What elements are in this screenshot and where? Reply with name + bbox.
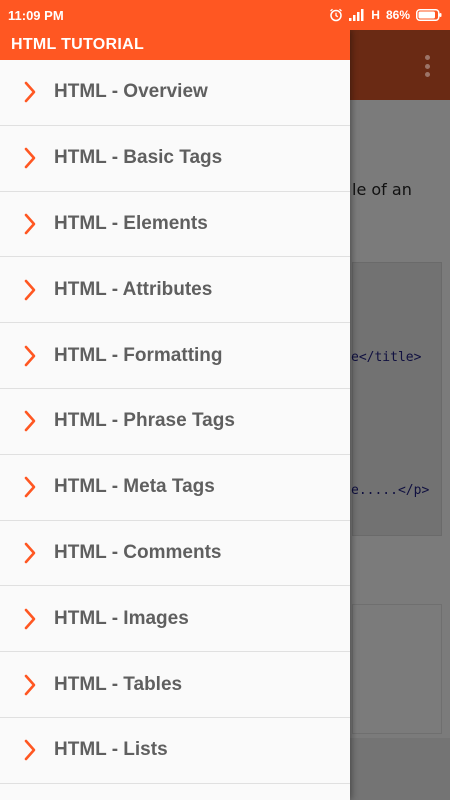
chevron-right-icon [20,608,40,630]
menu-item-label: HTML - Overview [54,81,208,103]
chevron-right-icon [20,213,40,235]
menu-item-label: HTML - Meta Tags [54,476,215,498]
menu-item-label: HTML - Comments [54,541,222,563]
menu-item-formatting[interactable]: HTML - Formatting [0,323,350,389]
alarm-icon [329,8,343,22]
battery-icon [416,9,442,21]
menu-item-elements[interactable]: HTML - Elements [0,191,350,258]
chevron-right-icon [20,410,40,432]
menu-item-meta-tags[interactable]: HTML - Meta Tags [0,454,350,521]
status-icons: H 86% [329,8,442,22]
status-time: 11:09 PM [8,7,64,23]
menu-item-label: HTML - Images [54,607,189,629]
menu-item-label: HTML - Basic Tags [54,147,223,169]
code-line: e.....</p> [351,483,430,498]
battery-percent: 86% [385,8,410,22]
drawer-menu-list: HTML - Overview HTML - Basic Tags HTML -… [0,60,350,784]
background-box [352,604,442,734]
drawer-header: HTML TUTORIAL [0,30,350,60]
chevron-right-icon [20,81,40,103]
navigation-drawer: HTML TUTORIAL HTML - Overview HTML - Bas… [0,30,350,800]
menu-item-comments[interactable]: HTML - Comments [0,520,350,587]
menu-item-basic-tags[interactable]: HTML - Basic Tags [0,125,350,192]
menu-item-phrase-tags[interactable]: HTML - Phrase Tags [0,388,350,455]
background-text: le of an [352,180,412,199]
menu-item-images[interactable]: HTML - Images [0,586,350,653]
code-line: e</title> [351,350,422,365]
background-bottom-bar [350,738,450,800]
chevron-right-icon [20,345,40,367]
chevron-right-icon [20,476,40,498]
menu-item-tables[interactable]: HTML - Tables [0,652,350,718]
menu-item-label: HTML - Attributes [54,278,213,300]
drawer-title: HTML TUTORIAL [11,36,145,53]
chevron-right-icon [20,674,40,696]
network-type: H [371,8,380,22]
signal-icon [349,9,365,21]
menu-item-label: HTML - Elements [54,212,208,234]
menu-item-attributes[interactable]: HTML - Attributes [0,257,350,324]
menu-item-label: HTML - Phrase Tags [54,410,235,432]
overflow-menu-icon[interactable] [424,55,430,77]
menu-item-label: HTML - Formatting [54,344,223,366]
menu-item-label: HTML - Lists [54,739,168,761]
background-code-box: e</title> e.....</p> [351,262,442,536]
menu-item-lists[interactable]: HTML - Lists [0,717,350,784]
status-bar: 11:09 PM H 86% [0,0,450,30]
chevron-right-icon [20,147,40,169]
menu-item-overview[interactable]: HTML - Overview [0,60,350,126]
menu-item-label: HTML - Tables [54,673,183,695]
chevron-right-icon [20,279,40,301]
chevron-right-icon [20,542,40,564]
chevron-right-icon [20,739,40,761]
